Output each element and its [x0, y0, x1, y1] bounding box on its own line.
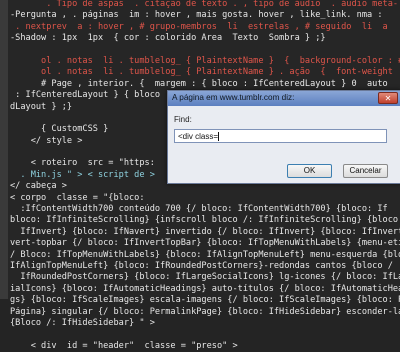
code-line[interactable]: :IfContentWidth700 conteúdo 700 {/ bloco…: [10, 204, 400, 215]
cancel-button[interactable]: Cancelar: [343, 164, 388, 178]
ok-button[interactable]: OK: [287, 164, 332, 178]
code-line[interactable]: -Shadow : 1px 1px { cor : colorido Área …: [10, 33, 400, 44]
code-line[interactable]: IfInvert} {bloco: IfNavert} invertido {/…: [10, 227, 400, 238]
code-line[interactable]: gs} {bloco: IfScaleImages} escala-imagen…: [10, 295, 400, 306]
find-input[interactable]: <div class=: [174, 129, 387, 143]
code-line[interactable]: ol . notas li . tumblelog_ { PlaintextNa…: [10, 67, 400, 78]
code-line[interactable]: < corpo classe = "{bloco:: [10, 193, 400, 204]
code-line[interactable]: -Pergunta , . páginas im : hover , mais …: [10, 10, 400, 21]
code-line[interactable]: . nextprev a : hover , # grupo-membros l…: [10, 22, 400, 33]
code-line[interactable]: [10, 45, 400, 56]
text-caret: [218, 132, 220, 142]
close-icon: ✕: [384, 94, 392, 103]
code-line[interactable]: bloco: IfInfiniteScrolling} {infscroll b…: [10, 215, 400, 226]
code-line[interactable]: [10, 329, 400, 340]
dialog-title: A página em www.tumblr.com diz:: [172, 93, 295, 102]
close-button[interactable]: ✕: [378, 92, 398, 104]
code-line[interactable]: IfAlignTopMenuLeft} {bloco: IfRoundedPos…: [10, 261, 400, 272]
code-line[interactable]: vert-topbar {/ bloco: IfInvertTopBar} {b…: [10, 238, 400, 249]
find-label: Find:: [174, 115, 192, 124]
find-input-value: <div class=: [178, 132, 219, 141]
code-line[interactable]: / Bloco: IfTopMenuWithLabels} {bloco: If…: [10, 250, 400, 261]
code-line[interactable]: {Bloco /: IfHideSidebar} " >: [10, 318, 400, 329]
code-line[interactable]: # Page , interior. { margem : { bloco : …: [10, 79, 400, 90]
code-line[interactable]: Página} singular {/ bloco: PermalinkPage…: [10, 307, 400, 318]
code-line[interactable]: . Tipo de aspas . citação de texto . , t…: [10, 0, 400, 10]
code-line[interactable]: < div id = "header" classe = "preso" >: [10, 341, 400, 352]
dialog-titlebar[interactable]: A página em www.tumblr.com diz: ✕: [168, 91, 400, 106]
code-line[interactable]: IfRoundedPostCorners} {bloco: IfLargeSoc…: [10, 272, 400, 283]
editor-gutter: [0, 0, 8, 299]
find-dialog: A página em www.tumblr.com diz: ✕ Find: …: [167, 90, 400, 184]
code-line[interactable]: ialIcons} {bloco: IfAutomaticHeadings} a…: [10, 284, 400, 295]
code-line[interactable]: ol . notas li . tumblelog_ { PlaintextNa…: [10, 56, 400, 67]
